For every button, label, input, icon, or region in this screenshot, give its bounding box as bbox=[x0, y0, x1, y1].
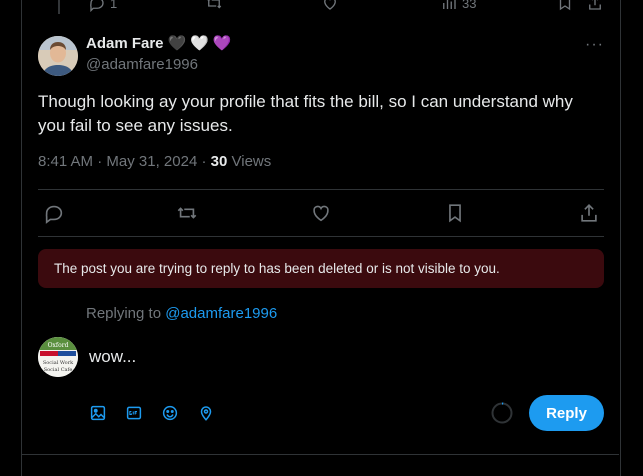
add-image-button[interactable] bbox=[89, 404, 107, 422]
user-avatar-logo: Oxford Social Work Social Cafe bbox=[38, 337, 78, 377]
like-icon bbox=[324, 0, 336, 10]
avatar-text-oxford: Oxford bbox=[48, 342, 69, 349]
prev-reply-action[interactable]: 1 bbox=[88, 0, 117, 12]
author-name-row: Adam Fare 🖤 🤍 💜 bbox=[86, 35, 232, 52]
replying-to-prefix: Replying to bbox=[86, 305, 162, 322]
like-action[interactable] bbox=[310, 202, 332, 224]
share-icon bbox=[589, 0, 601, 10]
gif-icon bbox=[126, 406, 142, 420]
location-icon bbox=[200, 406, 212, 421]
bookmark-icon bbox=[449, 204, 461, 223]
prev-bookmark-action[interactable] bbox=[556, 0, 574, 12]
more-options-icon[interactable]: ··· bbox=[585, 36, 604, 54]
prev-share-action[interactable] bbox=[586, 0, 604, 12]
divider bbox=[22, 454, 619, 455]
like-icon bbox=[313, 205, 329, 222]
reply-icon bbox=[90, 0, 104, 12]
reply-button[interactable]: Reply bbox=[529, 395, 604, 431]
prev-reply-count: 1 bbox=[110, 0, 118, 11]
purple-heart-emoji: 💜 bbox=[212, 35, 232, 52]
add-emoji-button[interactable] bbox=[161, 404, 179, 422]
black-heart-emoji: 🖤 bbox=[167, 35, 187, 52]
reply-action[interactable] bbox=[43, 202, 65, 224]
author-handle[interactable]: @adamfare1996 bbox=[86, 56, 198, 73]
character-count-ring bbox=[491, 402, 513, 424]
replying-to: Replying to @adamfare1996 bbox=[86, 305, 277, 322]
divider bbox=[38, 236, 604, 237]
add-gif-button[interactable] bbox=[125, 404, 143, 422]
reply-text-field[interactable]: wow... bbox=[89, 347, 136, 367]
bookmark-action[interactable] bbox=[444, 202, 466, 224]
prev-views-count: 33 bbox=[462, 0, 477, 11]
reply-icon bbox=[45, 205, 63, 224]
views-icon bbox=[443, 0, 456, 9]
white-heart-emoji: 🤍 bbox=[190, 35, 209, 52]
bookmark-icon bbox=[559, 0, 571, 11]
author-avatar[interactable] bbox=[38, 36, 78, 76]
avatar-text-social-cafe: Social Cafe bbox=[44, 367, 73, 373]
tweet-time[interactable]: 8:41 AM bbox=[38, 153, 93, 170]
share-icon bbox=[581, 204, 597, 222]
add-location-button[interactable] bbox=[197, 404, 215, 422]
repost-icon bbox=[177, 207, 197, 219]
prev-like-action[interactable] bbox=[321, 0, 339, 12]
tweet-meta: 8:41 AM · May 31, 2024 · 30 Views bbox=[38, 153, 272, 170]
image-icon bbox=[90, 405, 106, 421]
author-avatar-photo bbox=[38, 36, 78, 76]
repost-action[interactable] bbox=[176, 202, 198, 224]
tweet-text: Though looking ay your profile that fits… bbox=[38, 92, 573, 135]
repost-icon bbox=[207, 0, 222, 9]
deleted-post-notice: The post you are trying to reply to has … bbox=[38, 249, 604, 288]
share-action[interactable] bbox=[578, 202, 600, 224]
divider bbox=[38, 189, 604, 190]
tweet-view-count: 30 bbox=[210, 153, 228, 170]
tweet-views-label: Views bbox=[231, 153, 272, 170]
progress-ring-icon bbox=[491, 402, 513, 424]
prev-views-action[interactable]: 33 bbox=[440, 0, 476, 12]
replying-to-handle[interactable]: @adamfare1996 bbox=[165, 305, 277, 322]
user-avatar[interactable]: Oxford Social Work Social Cafe bbox=[38, 337, 78, 377]
prev-repost-action[interactable] bbox=[205, 0, 223, 12]
previous-tweet-actions: 1 33 bbox=[0, 0, 643, 12]
author-name[interactable]: Adam Fare bbox=[86, 35, 164, 52]
avatar-text-social-work: Social Work bbox=[43, 360, 74, 366]
tweet-date[interactable]: May 31, 2024 bbox=[106, 153, 197, 170]
emoji-icon bbox=[162, 405, 178, 421]
